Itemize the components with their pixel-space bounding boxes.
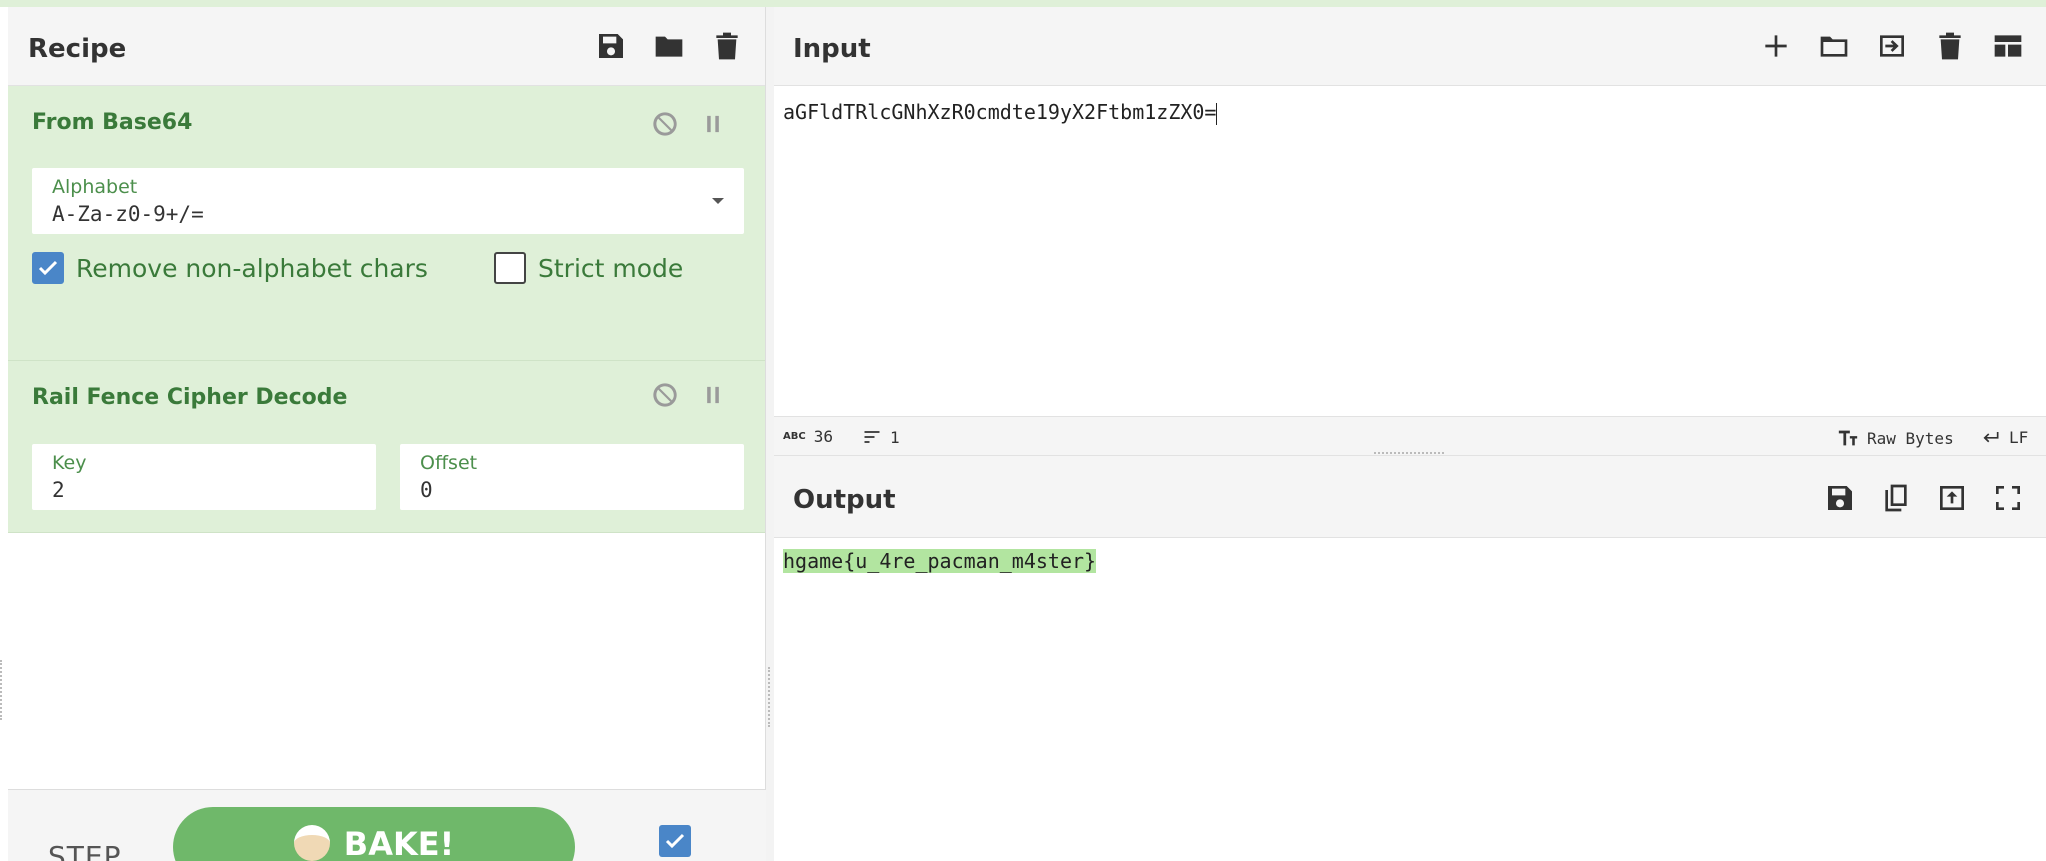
strict-mode-label: Strict mode bbox=[538, 253, 684, 283]
input-lines: 1 bbox=[890, 427, 900, 447]
strict-mode-checkbox[interactable]: Strict mode bbox=[494, 252, 683, 284]
chef-icon bbox=[293, 825, 330, 861]
key-label: Key bbox=[52, 452, 87, 474]
operation-rail-fence-decode: Rail Fence Cipher Decode Key 2 Offset 0 bbox=[8, 361, 765, 533]
key-value: 2 bbox=[52, 478, 65, 502]
eol-selector[interactable]: LF bbox=[1981, 427, 2028, 447]
trash-icon[interactable] bbox=[1932, 28, 1968, 64]
recipe-header: Recipe bbox=[8, 7, 765, 86]
eol-value: LF bbox=[2009, 427, 2029, 447]
offset-label: Offset bbox=[420, 452, 478, 474]
fullscreen-icon[interactable] bbox=[1990, 480, 2026, 516]
recipe-panel: Recipe From Base64 Alphabet A-Za-z0-9+/= bbox=[8, 7, 766, 861]
left-resize-handle[interactable] bbox=[0, 660, 6, 720]
disable-icon[interactable] bbox=[651, 110, 679, 138]
bake-label: BAKE! bbox=[343, 825, 455, 861]
folder-icon[interactable] bbox=[651, 28, 687, 64]
top-strip bbox=[0, 0, 2046, 7]
autobake-checkbox[interactable] bbox=[659, 825, 691, 857]
lines-icon bbox=[864, 431, 880, 443]
replace-input-icon[interactable] bbox=[1934, 480, 1970, 516]
input-text: aGFldTRlcGNhXzR0cmdte19yX2Ftbm1zZX0= bbox=[783, 100, 1217, 124]
bake-button[interactable]: BAKE! bbox=[173, 807, 575, 861]
output-header: Output bbox=[774, 456, 2046, 538]
input-status-bar: ABC 36 1 Raw Bytes LF bbox=[774, 416, 2046, 456]
encoding-selector[interactable]: Raw Bytes bbox=[1837, 427, 1954, 449]
io-resize-handle[interactable] bbox=[1374, 452, 1444, 454]
remove-nonalpha-checkbox[interactable]: Remove non-alphabet chars bbox=[32, 252, 428, 284]
return-icon bbox=[1983, 432, 1999, 443]
plus-icon[interactable] bbox=[1758, 28, 1794, 64]
alphabet-label: Alphabet bbox=[52, 176, 138, 198]
text-format-icon bbox=[1838, 430, 1858, 446]
operation-title: Rail Fence Cipher Decode bbox=[32, 385, 348, 410]
output-text-area[interactable]: hgame{u_4re_pacman_m4ster} bbox=[783, 549, 1097, 573]
trash-icon[interactable] bbox=[709, 28, 745, 64]
bake-bar: STEP BAKE! bbox=[8, 789, 766, 861]
recipe-title: Recipe bbox=[28, 34, 127, 64]
copy-icon[interactable] bbox=[1878, 480, 1914, 516]
length-icon: ABC bbox=[783, 431, 806, 442]
input-header: Input bbox=[774, 7, 2046, 86]
save-icon[interactable] bbox=[1822, 480, 1858, 516]
layout-icon[interactable] bbox=[1990, 28, 2026, 64]
key-field[interactable]: Key 2 bbox=[32, 444, 376, 510]
folder-icon[interactable] bbox=[1816, 28, 1852, 64]
chevron-down-icon bbox=[712, 198, 724, 204]
input-textarea[interactable]: aGFldTRlcGNhXzR0cmdte19yX2Ftbm1zZX0= bbox=[774, 86, 2046, 416]
output-text: hgame{u_4re_pacman_m4ster} bbox=[783, 549, 1097, 573]
checkbox-unchecked-icon[interactable] bbox=[494, 252, 526, 284]
io-panel: Input aGFldTRlcGNhXzR0cmdte19yX2Ftbm1zZX… bbox=[774, 7, 2046, 861]
save-icon[interactable] bbox=[593, 28, 629, 64]
step-button[interactable]: STEP bbox=[48, 840, 121, 861]
remove-nonalpha-label: Remove non-alphabet chars bbox=[76, 253, 428, 283]
pause-icon[interactable] bbox=[699, 110, 727, 138]
operation-title: From Base64 bbox=[32, 110, 193, 135]
offset-value: 0 bbox=[420, 478, 433, 502]
alphabet-value: A-Za-z0-9+/= bbox=[52, 202, 204, 226]
alphabet-select[interactable]: Alphabet A-Za-z0-9+/= bbox=[32, 168, 744, 234]
operation-from-base64: From Base64 Alphabet A-Za-z0-9+/= Remove… bbox=[8, 86, 765, 361]
disable-icon[interactable] bbox=[651, 381, 679, 409]
input-icon[interactable] bbox=[1874, 28, 1910, 64]
encoding-value: Raw Bytes bbox=[1867, 428, 1954, 448]
output-title: Output bbox=[793, 485, 896, 515]
panel-divider[interactable] bbox=[766, 7, 774, 861]
offset-field[interactable]: Offset 0 bbox=[400, 444, 744, 510]
pause-icon[interactable] bbox=[699, 381, 727, 409]
input-title: Input bbox=[793, 34, 871, 64]
checkbox-checked-icon[interactable] bbox=[32, 252, 64, 284]
input-length: 36 bbox=[813, 427, 833, 446]
text-cursor bbox=[1216, 102, 1218, 125]
